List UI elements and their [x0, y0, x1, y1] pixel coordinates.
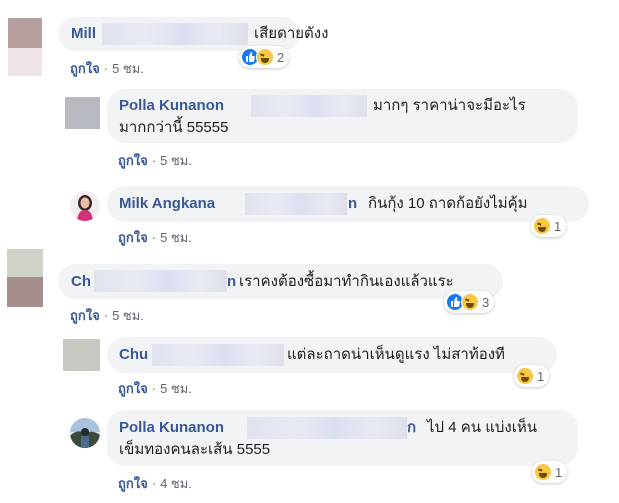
timestamp[interactable]: 5 ชม.	[160, 381, 192, 396]
comment-text-cont: มากกว่านี้ 55555	[119, 119, 229, 136]
reaction-count: 1	[555, 464, 563, 480]
separator-dot: ·	[151, 476, 157, 491]
comment-bubble: Milk Angkana n กินกุ้ง 10 ถาดก้อยังไม่คุ…	[107, 186, 589, 222]
timestamp[interactable]: 5 ชม.	[112, 61, 144, 76]
commenter-name[interactable]: Polla Kunanon	[119, 96, 224, 116]
haha-icon	[461, 293, 479, 311]
like-link[interactable]: ถูกใจ	[118, 153, 148, 168]
comment-text: กินกุ้ง 10 ถาดก้อยังไม่คุ้ม	[368, 195, 528, 212]
reaction-summary[interactable]: 3	[444, 291, 495, 313]
commenter-name[interactable]: Polla Kunanon	[119, 418, 224, 438]
avatar[interactable]	[63, 339, 100, 371]
comment-actions: ถูกใจ · 5 ชม.	[70, 305, 144, 326]
reaction-count: 3	[482, 294, 490, 310]
comment-actions: ถูกใจ · 5 ชม.	[118, 378, 192, 399]
comment-text: เราคงต้องซื้อมาทำกินเองแล้วแระ	[239, 273, 454, 290]
profile-photo-icon	[77, 195, 93, 221]
commenter-name[interactable]: Milk Angkana	[119, 194, 215, 214]
separator-dot: ·	[151, 153, 157, 168]
comment-actions: ถูกใจ · 4 ชม.	[118, 473, 192, 494]
like-link[interactable]: ถูกใจ	[70, 61, 100, 76]
commenter-name-end: ก	[407, 419, 417, 436]
reaction-count: 2	[277, 49, 285, 65]
comment-text: แต่ละถาดน่าเห็นดูแรง ไม่สาท้องที	[287, 346, 505, 363]
comment-bubble: Polla Kunanon มากๆ ราคาน่าจะมีอะไร มากกว…	[107, 89, 578, 143]
timestamp[interactable]: 5 ชม.	[160, 153, 192, 168]
avatar[interactable]	[70, 191, 100, 221]
profile-photo-icon	[70, 418, 100, 448]
reaction-summary[interactable]: 1	[514, 365, 550, 387]
separator-dot: ·	[103, 61, 109, 76]
reaction-count: 1	[537, 368, 545, 384]
comment-text: เสียดายตังง	[254, 25, 329, 42]
haha-icon	[534, 463, 552, 481]
comment-actions: ถูกใจ · 5 ชม.	[118, 227, 192, 248]
separator-dot: ·	[103, 308, 109, 323]
comment-bubble: Ch n เราคงต้องซื้อมาทำกินเองแล้วแระ	[58, 264, 503, 299]
comment-text: มากๆ ราคาน่าจะมีอะไร	[373, 97, 526, 114]
haha-icon	[516, 367, 534, 385]
like-link[interactable]: ถูกใจ	[118, 381, 148, 396]
like-link[interactable]: ถูกใจ	[70, 308, 100, 323]
haha-icon	[533, 217, 551, 235]
timestamp[interactable]: 5 ชม.	[160, 230, 192, 245]
redacted-name	[251, 95, 367, 117]
reaction-summary[interactable]: 2	[239, 46, 290, 68]
commenter-name[interactable]: Chu	[119, 345, 148, 365]
separator-dot: ·	[151, 230, 157, 245]
commenter-name-end: n	[227, 273, 237, 290]
comment-actions: ถูกใจ · 5 ชม.	[118, 150, 192, 171]
timestamp[interactable]: 4 ชม.	[160, 476, 192, 491]
avatar[interactable]	[70, 418, 100, 448]
commenter-name[interactable]: Mill	[71, 24, 96, 44]
commenter-name-end: n	[348, 195, 358, 212]
reaction-summary[interactable]: 1	[531, 215, 567, 237]
reaction-summary[interactable]: 1	[532, 461, 568, 483]
avatar[interactable]	[7, 249, 43, 307]
timestamp[interactable]: 5 ชม.	[112, 308, 144, 323]
comment-bubble: Chu แต่ละถาดน่าเห็นดูแรง ไม่สาท้องที	[107, 337, 557, 373]
redacted-name	[102, 23, 248, 45]
separator-dot: ·	[151, 381, 157, 396]
redacted-name	[245, 193, 347, 215]
comment-text: ไป 4 คน แบ่งเห็น	[427, 419, 537, 436]
commenter-name[interactable]: Ch	[71, 272, 91, 292]
reaction-count: 1	[554, 218, 562, 234]
like-link[interactable]: ถูกใจ	[118, 476, 148, 491]
comment-text-cont: เข็มทองคนละเส้น 5555	[119, 441, 271, 458]
avatar[interactable]	[65, 97, 100, 129]
redacted-name	[94, 270, 227, 292]
redacted-name	[247, 417, 407, 439]
comment-actions: ถูกใจ · 5 ชม.	[70, 58, 144, 79]
avatar[interactable]	[8, 18, 42, 76]
like-link[interactable]: ถูกใจ	[118, 230, 148, 245]
comment-bubble: Polla Kunanon ก ไป 4 คน แบ่งเห็น เข็มทอง…	[107, 410, 578, 466]
haha-icon	[256, 48, 274, 66]
redacted-name	[152, 344, 284, 366]
